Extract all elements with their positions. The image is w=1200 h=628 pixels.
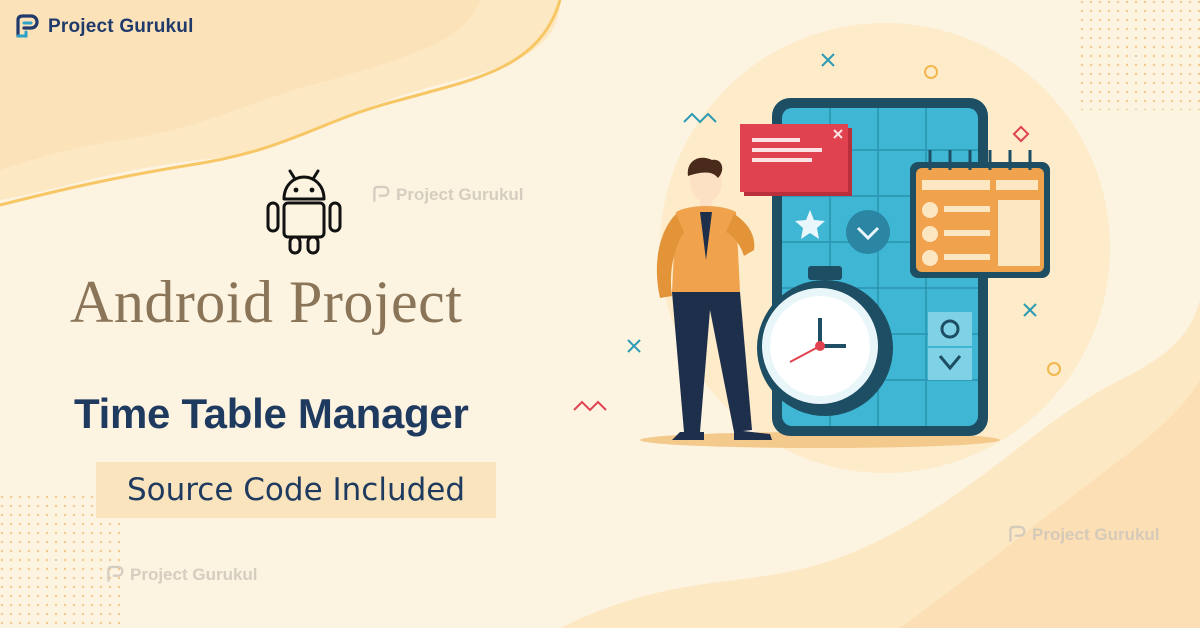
watermark: Project Gurukul: [370, 184, 524, 206]
headline: Android Project: [70, 269, 463, 335]
android-robot-icon: [266, 169, 342, 255]
person-figure: [656, 157, 772, 440]
project-gurukul-logo-icon: [1009, 525, 1026, 542]
chevron-circle: [846, 210, 890, 254]
project-gurukul-logo-icon: [373, 185, 390, 202]
calendar-icon: [910, 150, 1050, 278]
brand-name: Project Gurukul: [48, 16, 194, 37]
time-table-illustration: [640, 98, 1050, 448]
badge-label: Source Code Included: [126, 472, 466, 508]
project-gurukul-logo-icon: [16, 14, 39, 38]
brand-logo[interactable]: Project Gurukul: [12, 10, 194, 44]
notification-card-icon: [740, 124, 852, 196]
project-gurukul-logo-icon: [107, 565, 124, 582]
subheadline: Time Table Manager: [74, 390, 469, 437]
watermark: Project Gurukul: [104, 564, 258, 586]
source-code-badge: Source Code Included: [96, 462, 496, 518]
watermark: Project Gurukul: [1006, 524, 1160, 546]
